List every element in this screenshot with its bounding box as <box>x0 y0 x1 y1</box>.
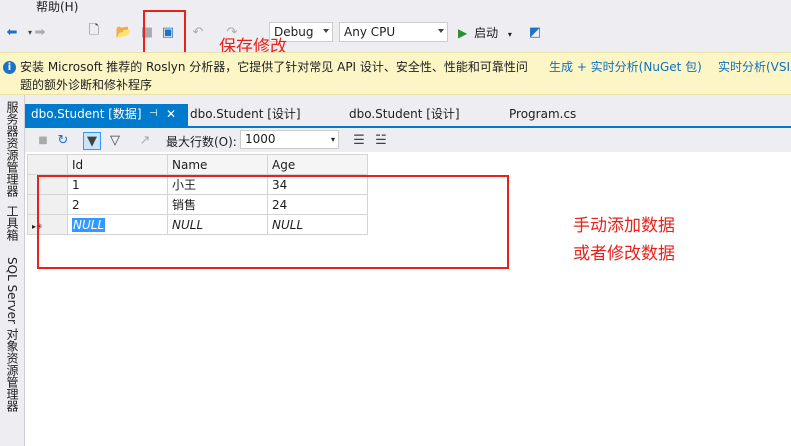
close-icon[interactable]: ✕ <box>166 104 176 124</box>
back-icon[interactable]: ⬅ <box>4 24 20 40</box>
sidebar-item-sql-object-explorer[interactable]: SQL Server 对象资源管理器 <box>4 257 21 412</box>
data-toolbar: ■ ↻ ▼ ▽ ↗ 最大行数(O): 1000 ▾ ☰ ☱ <box>25 128 791 152</box>
undo-icon: ↶ <box>192 24 204 40</box>
chevron-down-icon <box>438 29 444 33</box>
tab-program-cs[interactable]: Program.cs <box>509 104 576 126</box>
column-header-age[interactable]: Age <box>267 154 368 175</box>
info-icon: i <box>3 61 16 74</box>
link-generate-live-analysis[interactable]: 生成 + 实时分析(NuGet 包) <box>549 58 702 75</box>
document-tabs: dbo.Student [数据] ⊣ ✕ dbo.Student [设计] db… <box>25 104 791 126</box>
pointer-icon: ↗ <box>139 132 151 148</box>
script-icon[interactable]: ☰ <box>351 132 367 148</box>
open-file-icon[interactable]: 📂 <box>116 24 132 40</box>
corner-cell <box>27 154 68 175</box>
start-label: 启动 <box>474 26 499 40</box>
column-header-id[interactable]: Id <box>67 154 168 175</box>
sidebar-item-server-explorer[interactable]: 服务器资源管理器 <box>4 101 21 197</box>
chevron-down-icon: ▾ <box>330 135 335 144</box>
filter-icon[interactable]: ▽ <box>107 132 123 148</box>
info-message-line1: 安装 Microsoft 推荐的 Roslyn 分析器，它提供了针对常见 API… <box>20 60 528 74</box>
start-button[interactable]: ▶ 启动 ▾ <box>458 24 512 42</box>
tab-student-data[interactable]: dbo.Student [数据] ⊣ ✕ <box>25 104 188 126</box>
play-icon: ▶ <box>458 26 468 40</box>
new-project-icon[interactable]: 🗋 <box>86 23 102 40</box>
menu-help[interactable]: 帮助(H) <box>36 0 78 14</box>
edit-annotation-line2: 或者修改数据 <box>573 244 675 264</box>
tab-label: dbo.Student [数据] <box>31 107 142 121</box>
info-message-line2: 题的额外诊断和修补程序 <box>20 78 153 92</box>
header-row: Id Name Age <box>27 154 368 175</box>
solution-platform-value: Any CPU <box>344 25 396 39</box>
max-rows-label: 最大行数(O): <box>166 135 237 149</box>
max-rows-input[interactable]: 1000 ▾ <box>240 130 339 149</box>
tab-student-design-2[interactable]: dbo.Student [设计] <box>349 104 460 126</box>
tab-student-design-1[interactable]: dbo.Student [设计] <box>190 104 301 126</box>
left-tool-sidebar: 服务器资源管理器 工具箱 SQL Server 对象资源管理器 <box>0 95 25 446</box>
info-bar: i 安装 Microsoft 推荐的 Roslyn 分析器，它提供了针对常见 A… <box>0 52 791 95</box>
sort-filter-icon[interactable]: ▼ <box>83 132 101 150</box>
edit-rows-highlight-box <box>37 175 509 269</box>
forward-icon: ➡ <box>34 24 46 40</box>
chevron-down-icon: ▾ <box>507 30 512 39</box>
max-rows-value: 1000 <box>245 132 276 146</box>
refresh-icon[interactable]: ↻ <box>55 132 71 148</box>
link-live-analysis-vsix[interactable]: 实时分析(VSIX <box>718 58 791 75</box>
column-header-name[interactable]: Name <box>167 154 268 175</box>
script-export-icon[interactable]: ☱ <box>373 132 389 148</box>
pin-icon[interactable]: ⊣ <box>149 104 158 124</box>
save-highlight-box <box>143 10 186 56</box>
stop-icon: ■ <box>38 134 48 146</box>
sidebar-item-toolbox[interactable]: 工具箱 <box>4 205 21 241</box>
edit-annotation-line1: 手动添加数据 <box>573 216 675 236</box>
attach-icon[interactable]: ◩ <box>527 24 543 40</box>
menu-bar: 帮助(H) <box>0 0 791 16</box>
solution-platform-select[interactable]: Any CPU <box>339 22 448 42</box>
chevron-down-icon <box>323 29 329 33</box>
